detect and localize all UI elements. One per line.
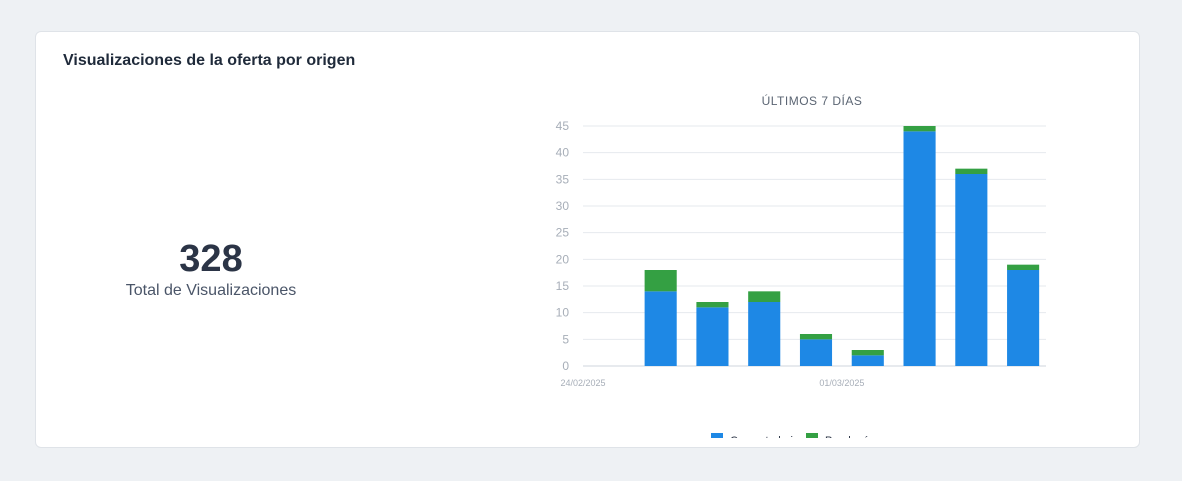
y-tick-label: 10 <box>556 306 570 320</box>
y-tick-label: 35 <box>556 172 570 186</box>
bar-computrabajo <box>799 339 833 366</box>
views-chart: ÚLTIMOS 7 DÍAS 0 5 10 15 20 25 30 35 40 45 24/02/20… <box>506 88 1049 447</box>
bar-pandap- <box>696 302 729 308</box>
bar-pandap- <box>799 334 833 340</box>
bar-computrabajo <box>903 131 936 366</box>
bar-pandap- <box>955 168 988 174</box>
bar-computrabajo <box>644 291 677 366</box>
bar-pandap- <box>748 291 781 302</box>
y-tick-label: 15 <box>556 279 570 293</box>
y-tick-label: 20 <box>556 252 570 266</box>
bar-pandap- <box>903 126 936 132</box>
y-tick-label: 40 <box>556 146 570 160</box>
bar-computrabajo <box>955 174 988 366</box>
bar-computrabajo <box>1007 270 1040 366</box>
y-tick-label: 30 <box>556 199 570 213</box>
y-tick-label: 25 <box>556 226 570 240</box>
bar-pandap- <box>851 350 884 356</box>
legend-swatch <box>711 433 723 445</box>
total-views-value: 328 <box>179 238 243 280</box>
card-title: Visualizaciones de la oferta por origen <box>63 52 356 69</box>
legend-label: Computrabajo <box>730 435 799 438</box>
x-tick-label: 24/02/2025 <box>560 378 605 388</box>
legend-label: Pandapé <box>825 435 869 438</box>
y-tick-label: 5 <box>562 332 569 346</box>
bar-pandap- <box>1007 264 1040 270</box>
views-bar-chart: ÚLTIMOS 7 DÍAS 0 5 10 15 20 25 30 35 40 45 24/02/20… <box>556 93 1049 447</box>
bar-computrabajo <box>696 307 729 366</box>
x-tick-label: 01/03/2025 <box>819 378 864 388</box>
total-views-summary: 328 Total de Visualizaciones <box>96 237 326 301</box>
bar-pandap- <box>644 270 677 292</box>
bar-computrabajo <box>748 302 781 366</box>
views-by-source-card: Visualizaciones de la oferta por origen … <box>35 31 1140 448</box>
total-views-label: Total de Visualizaciones <box>125 282 297 299</box>
y-tick-label: 0 <box>562 359 569 373</box>
chart-title: ÚLTIMOS 7 DÍAS <box>762 93 863 108</box>
y-tick-label: 45 <box>556 119 570 133</box>
bar-computrabajo <box>851 355 884 366</box>
legend-swatch <box>806 433 818 445</box>
